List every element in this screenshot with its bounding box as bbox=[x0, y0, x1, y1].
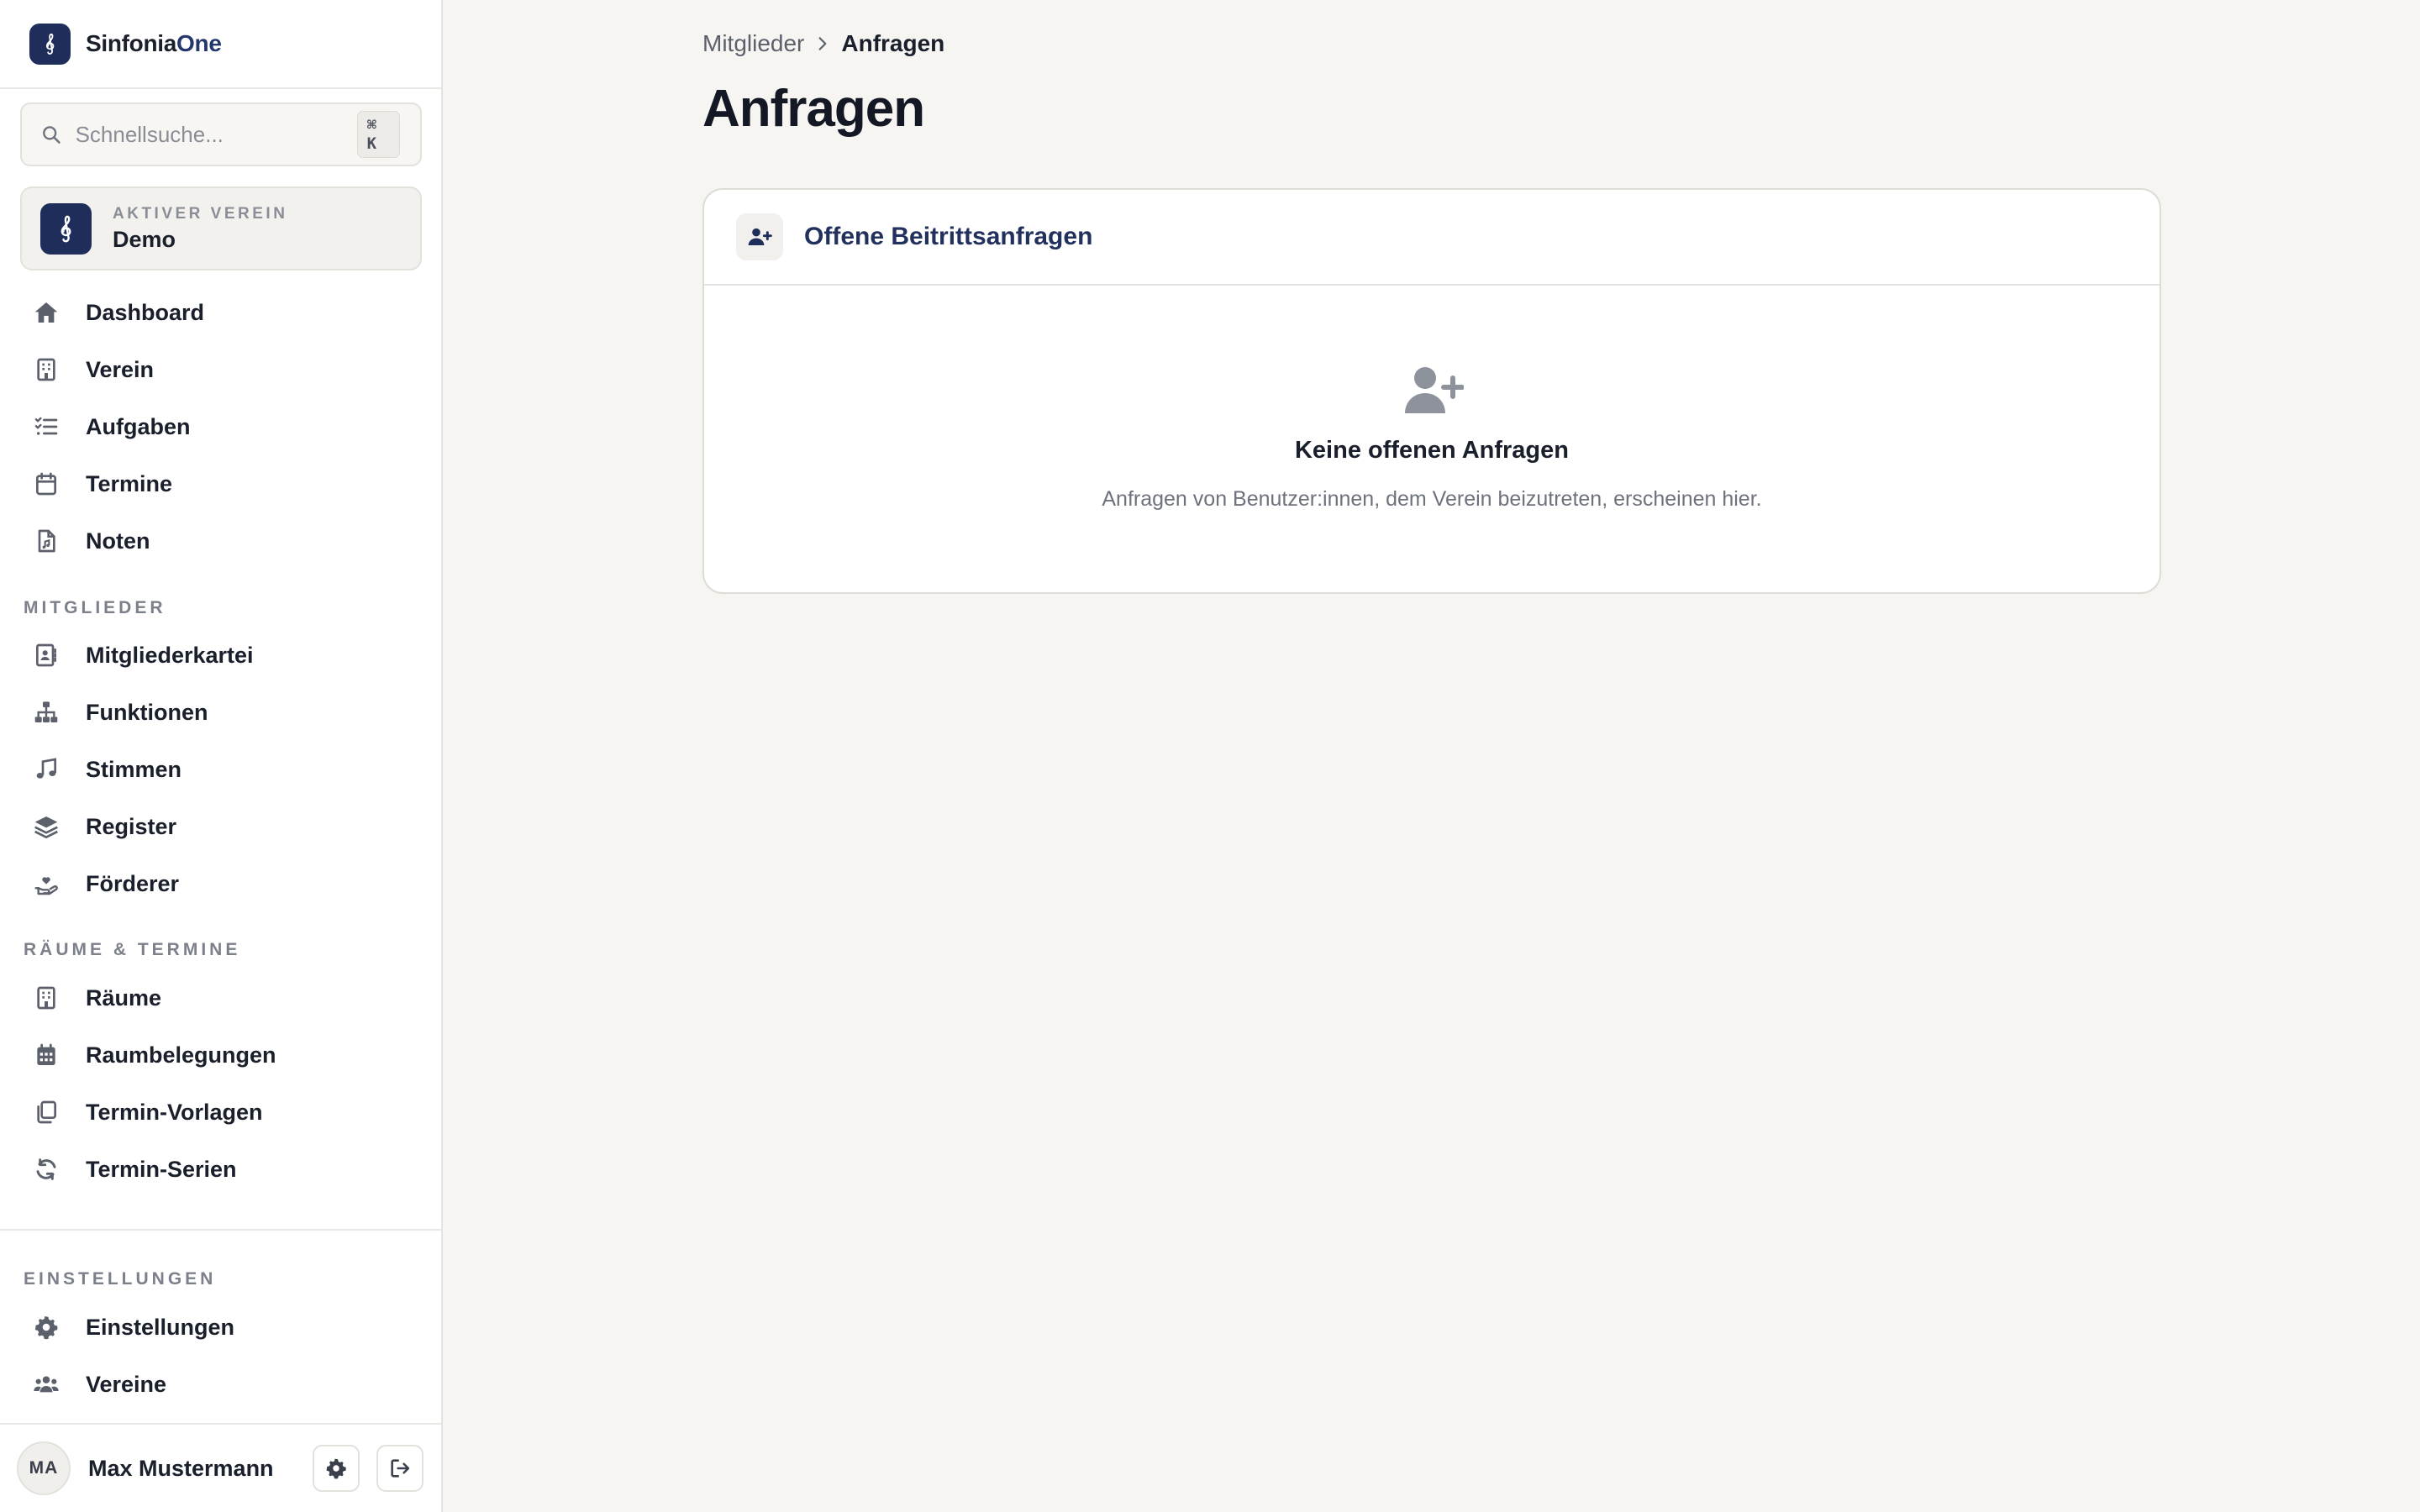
search-icon bbox=[43, 126, 60, 144]
user-plus-icon bbox=[736, 213, 783, 260]
sidebar-item-raumbelegungen[interactable]: Raumbelegungen bbox=[20, 1031, 422, 1079]
sidebar-item-noten[interactable]: Noten bbox=[20, 517, 422, 565]
sidebar-item-einstellungen[interactable]: Einstellungen bbox=[20, 1303, 422, 1352]
music-note-icon bbox=[32, 755, 60, 784]
gear-icon bbox=[326, 1458, 346, 1479]
sidebar-item-foerderer[interactable]: Förderer bbox=[20, 859, 422, 908]
search-input[interactable] bbox=[75, 121, 357, 148]
list-check-icon bbox=[32, 412, 60, 441]
avatar[interactable]: MA bbox=[17, 1441, 71, 1495]
copy-icon bbox=[32, 1098, 60, 1126]
empty-state-description: Anfragen von Benutzer:innen, dem Verein … bbox=[1102, 487, 1762, 511]
refresh-icon bbox=[32, 1155, 60, 1184]
treble-clef-logo-icon bbox=[29, 23, 71, 65]
brand-header[interactable]: SinfoniaOne bbox=[0, 0, 441, 89]
panel-title: Offene Beitrittsanfragen bbox=[804, 223, 1093, 250]
home-icon bbox=[32, 298, 60, 327]
user-plus-icon bbox=[1405, 367, 1464, 413]
sidebar-item-termin-vorlagen[interactable]: Termin-Vorlagen bbox=[20, 1088, 422, 1137]
users-icon bbox=[32, 1370, 60, 1399]
sidebar-item-verein[interactable]: Verein bbox=[20, 345, 422, 394]
sidebar-item-funktionen[interactable]: Funktionen bbox=[20, 688, 422, 737]
section-heading-raeume-termine: RÄUME & TERMINE bbox=[24, 940, 241, 959]
brand-name: SinfoniaOne bbox=[86, 30, 222, 56]
sidebar-item-vereine[interactable]: Vereine bbox=[20, 1360, 422, 1409]
user-settings-button[interactable] bbox=[313, 1445, 360, 1492]
treble-clef-club-icon bbox=[40, 202, 92, 255]
address-book-icon bbox=[32, 641, 60, 669]
section-heading-einstellungen: EINSTELLUNGEN bbox=[24, 1269, 217, 1289]
breadcrumb: Mitglieder Anfragen bbox=[702, 30, 944, 57]
user-footer: MA Max Mustermann bbox=[0, 1425, 441, 1512]
sidebar-item-stimmen[interactable]: Stimmen bbox=[20, 745, 422, 794]
page-title: Anfragen bbox=[702, 80, 925, 138]
sidebar-item-dashboard[interactable]: Dashboard bbox=[20, 288, 422, 337]
keyboard-shortcut-badge: ⌘ K bbox=[356, 111, 400, 158]
quick-search[interactable]: ⌘ K bbox=[20, 102, 422, 166]
sitemap-icon bbox=[32, 698, 60, 727]
sidebar-item-register[interactable]: Register bbox=[20, 802, 422, 851]
calendar-icon bbox=[32, 470, 60, 498]
sidebar: SinfoniaOne ⌘ K AKTIVER VEREIN Demo Dash… bbox=[0, 0, 443, 1512]
user-name: Max Mustermann bbox=[88, 1455, 274, 1481]
logout-icon bbox=[391, 1459, 410, 1478]
calendar-grid-icon bbox=[32, 1041, 60, 1069]
chevron-right-icon bbox=[818, 37, 827, 50]
active-club-switcher[interactable]: AKTIVER VEREIN Demo bbox=[20, 186, 422, 270]
building-icon bbox=[32, 355, 60, 384]
join-requests-panel: Offene Beitrittsanfragen Keine offenen A… bbox=[702, 188, 2161, 594]
sidebar-item-mitgliederkartei[interactable]: Mitgliederkartei bbox=[20, 631, 422, 680]
hand-heart-icon bbox=[32, 869, 60, 898]
building-icon bbox=[32, 984, 60, 1012]
gear-icon bbox=[32, 1313, 60, 1341]
sheet-music-file-icon bbox=[32, 527, 60, 555]
layers-icon bbox=[32, 812, 60, 841]
active-club-caption: AKTIVER VEREIN bbox=[113, 204, 288, 223]
panel-header: Offene Beitrittsanfragen bbox=[704, 190, 2160, 286]
sidebar-item-aufgaben[interactable]: Aufgaben bbox=[20, 402, 422, 451]
logout-button[interactable] bbox=[376, 1445, 424, 1492]
breadcrumb-item-mitglieder[interactable]: Mitglieder bbox=[702, 30, 804, 57]
breadcrumb-item-current: Anfragen bbox=[841, 30, 945, 56]
sidebar-divider bbox=[0, 1229, 441, 1231]
empty-state-title: Keine offenen Anfragen bbox=[1294, 437, 1569, 464]
sidebar-item-raeume[interactable]: Räume bbox=[20, 974, 422, 1022]
active-club-name: Demo bbox=[113, 226, 176, 252]
sidebar-item-termin-serien[interactable]: Termin-Serien bbox=[20, 1145, 422, 1194]
sidebar-item-termine[interactable]: Termine bbox=[20, 459, 422, 508]
section-heading-mitglieder: MITGLIEDER bbox=[24, 598, 166, 617]
